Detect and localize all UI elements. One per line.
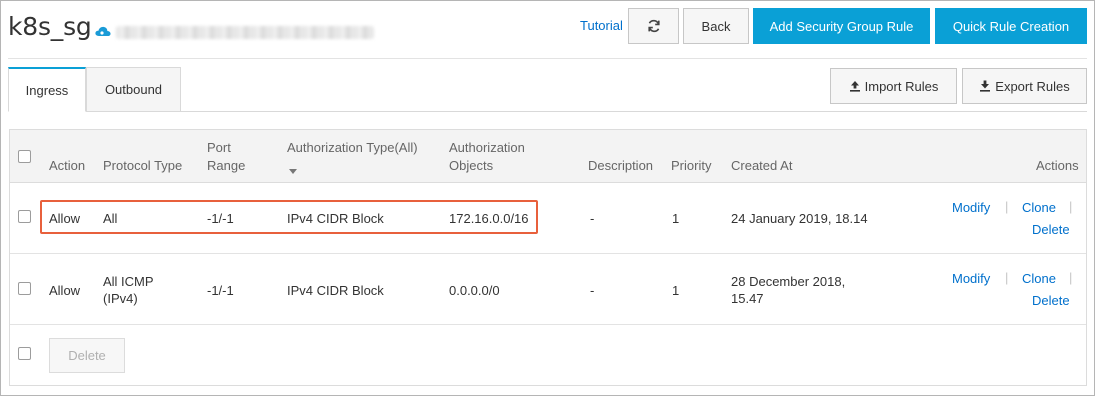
download-icon (980, 80, 991, 92)
col-authorization-objects-line2: Objects (449, 158, 494, 173)
security-rules-table: Action Protocol Type Port Range Authoriz… (9, 129, 1087, 386)
select-all-checkbox[interactable] (18, 150, 31, 163)
row-checkbox[interactable] (18, 210, 31, 223)
clone-link[interactable]: Clone (1022, 199, 1056, 217)
tabs-divider (181, 111, 1087, 112)
header-divider (8, 58, 1087, 59)
rule-created-at: 24 January 2019, 18.14 (731, 211, 868, 226)
page-title: k8s_sg (8, 12, 92, 41)
rule-action: Allow (49, 283, 81, 298)
export-rules-button[interactable]: Export Rules (962, 68, 1087, 104)
action-separator: | (1069, 199, 1073, 214)
col-authorization-objects-line1: Authorization (449, 140, 525, 155)
rule-created-at-line2: 15.47 (731, 291, 764, 306)
refresh-icon (647, 19, 660, 33)
vpc-cloud-icon (95, 26, 111, 36)
upload-icon (849, 81, 860, 92)
tab-outbound[interactable]: Outbound (86, 67, 181, 112)
bulk-delete-button[interactable]: Delete (49, 338, 125, 373)
back-button[interactable]: Back (683, 8, 749, 44)
modify-link[interactable]: Modify (952, 270, 990, 288)
tutorial-link[interactable]: Tutorial (580, 18, 623, 33)
col-priority: Priority (671, 158, 712, 173)
delete-link[interactable]: Delete (1032, 221, 1070, 239)
refresh-button[interactable] (628, 8, 679, 44)
rule-authorization-type: IPv4 CIDR Block (287, 211, 384, 226)
rule-authorization-object: 0.0.0.0/0 (449, 283, 500, 298)
row-checkbox[interactable] (18, 282, 31, 295)
rule-port-range: -1/-1 (207, 283, 234, 298)
col-action: Action (49, 158, 86, 173)
action-separator: | (1005, 199, 1009, 214)
export-rules-label: Export Rules (995, 78, 1070, 94)
import-rules-button[interactable]: Import Rules (830, 68, 957, 104)
rule-priority: 1 (672, 211, 680, 226)
col-authorization-type[interactable]: Authorization Type(All) (287, 139, 418, 157)
page-header: k8s_sg Tutorial Back Add Security Group … (0, 0, 1095, 56)
col-created-at: Created At (731, 158, 793, 173)
rule-description: - (590, 283, 595, 298)
rule-priority: 1 (672, 283, 680, 298)
tab-ingress[interactable]: Ingress (8, 67, 86, 112)
col-protocol-type: Protocol Type (103, 158, 183, 173)
caret-down-icon[interactable] (289, 161, 297, 179)
rule-protocol: All (103, 211, 118, 226)
col-port-range-line2: Range (207, 158, 246, 173)
rule-description: - (590, 211, 595, 226)
modify-link[interactable]: Modify (952, 199, 990, 217)
footer-select-all-checkbox[interactable] (18, 347, 31, 360)
rule-authorization-object: 172.16.0.0/16 (449, 211, 529, 226)
table-row: Allow All -1/-1 IPv4 CIDR Block 172.16.0… (10, 183, 1086, 254)
table-footer: Delete (10, 325, 1086, 385)
add-security-group-rule-button[interactable]: Add Security Group Rule (753, 8, 930, 44)
action-separator: | (1069, 270, 1073, 285)
clone-link[interactable]: Clone (1022, 270, 1056, 288)
rule-created-at-line1: 28 December 2018, (731, 274, 846, 289)
action-separator: | (1005, 270, 1009, 285)
security-group-id-redacted (116, 26, 374, 39)
rule-port-range: -1/-1 (207, 211, 234, 226)
rule-action: Allow (49, 211, 81, 226)
delete-link[interactable]: Delete (1032, 292, 1070, 310)
table-row: Allow All ICMP (IPv4) -1/-1 IPv4 CIDR Bl… (10, 254, 1086, 325)
col-port-range-line1: Port (207, 140, 231, 155)
col-description: Description (588, 158, 654, 173)
import-rules-label: Import Rules (864, 78, 939, 94)
rule-authorization-type: IPv4 CIDR Block (287, 283, 384, 298)
rule-protocol-line2: (IPv4) (103, 291, 138, 306)
quick-rule-creation-button[interactable]: Quick Rule Creation (935, 8, 1087, 44)
rule-protocol-line1: All ICMP (103, 274, 154, 289)
col-actions: Actions (1036, 158, 1079, 173)
table-header: Action Protocol Type Port Range Authoriz… (10, 130, 1086, 183)
